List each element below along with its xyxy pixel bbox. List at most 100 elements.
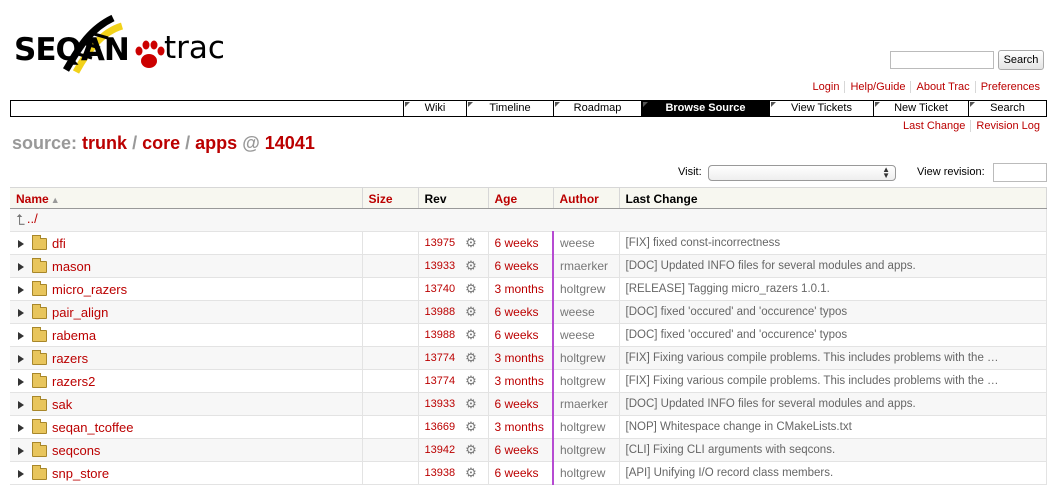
- dir-link[interactable]: seqcons: [52, 443, 100, 458]
- nav-wiki[interactable]: Wiki: [403, 101, 466, 116]
- dir-link[interactable]: dfi: [52, 236, 66, 251]
- expand-triangle-icon[interactable]: [18, 263, 24, 272]
- rev-link[interactable]: 13942: [425, 444, 456, 456]
- rev-link[interactable]: 13740: [425, 283, 456, 295]
- cell-size: [362, 461, 419, 485]
- visit-select[interactable]: ▲ ▼: [708, 165, 896, 181]
- rev-link[interactable]: 13933: [425, 260, 456, 272]
- age-link[interactable]: 6 weeks: [495, 443, 539, 457]
- nav-timeline[interactable]: Timeline: [466, 101, 553, 116]
- dir-link[interactable]: rabema: [52, 328, 96, 343]
- expand-triangle-icon[interactable]: [18, 378, 24, 387]
- expand-triangle-icon[interactable]: [18, 332, 24, 341]
- changeset-gear-icon[interactable]: ⚙: [465, 258, 477, 274]
- parent-directory-row[interactable]: ⮤ ../: [10, 208, 1047, 232]
- expand-triangle-icon[interactable]: [18, 447, 24, 456]
- age-link[interactable]: 6 weeks: [495, 328, 539, 342]
- search-button[interactable]: Search: [998, 50, 1044, 70]
- cell-name: razers2: [10, 369, 363, 393]
- dir-link[interactable]: sak: [52, 397, 72, 412]
- table-row: razers 13774 ⚙ 3 months holtgrew [FIX] Fixing…: [10, 346, 1047, 370]
- age-link[interactable]: 6 weeks: [495, 236, 539, 250]
- rev-link[interactable]: 13938: [425, 467, 456, 479]
- about-trac-link[interactable]: About Trac: [910, 81, 975, 93]
- changeset-gear-icon[interactable]: ⚙: [465, 419, 477, 435]
- seqan-trac-logo[interactable]: SEQAN trac: [14, 10, 229, 82]
- cell-last-change: [DOC] fixed 'occured' and 'occurence' ty…: [619, 300, 1047, 324]
- rev-link[interactable]: 13988: [425, 306, 456, 318]
- changeset-gear-icon[interactable]: ⚙: [465, 350, 477, 366]
- expand-triangle-icon[interactable]: [18, 401, 24, 410]
- cell-size: [362, 277, 419, 301]
- changeset-gear-icon[interactable]: ⚙: [465, 304, 477, 320]
- path-segment-core[interactable]: core: [142, 133, 180, 153]
- changeset-gear-icon[interactable]: ⚙: [465, 235, 477, 251]
- nav-browse-source[interactable]: Browse Source: [641, 101, 769, 116]
- expand-triangle-icon[interactable]: [18, 286, 24, 295]
- rev-link[interactable]: 13669: [425, 421, 456, 433]
- dir-link[interactable]: micro_razers: [52, 282, 127, 297]
- cell-size: [362, 392, 419, 416]
- age-link[interactable]: 6 weeks: [495, 466, 539, 480]
- dir-link[interactable]: mason: [52, 259, 91, 274]
- dir-link[interactable]: pair_align: [52, 305, 108, 320]
- header-author[interactable]: Author: [553, 187, 620, 209]
- header-size[interactable]: Size: [362, 187, 419, 209]
- age-link[interactable]: 3 months: [495, 374, 544, 388]
- cell-size: [362, 323, 419, 347]
- parent-directory-link[interactable]: ../: [27, 211, 38, 226]
- expand-triangle-icon[interactable]: [18, 424, 24, 433]
- folder-icon: [32, 419, 47, 435]
- last-change-link[interactable]: Last Change: [898, 120, 970, 132]
- rev-link[interactable]: 13975: [425, 237, 456, 249]
- main-navigation: Wiki Timeline Roadmap Browse Source View…: [10, 100, 1047, 117]
- age-link[interactable]: 3 months: [495, 282, 544, 296]
- path-segment-trunk[interactable]: trunk: [82, 133, 127, 153]
- cell-size: [362, 346, 419, 370]
- path-segment-apps[interactable]: apps: [195, 133, 237, 153]
- cell-name: snp_store: [10, 461, 363, 485]
- rev-link[interactable]: 13933: [425, 398, 456, 410]
- cell-name: sak: [10, 392, 363, 416]
- revision-log-link[interactable]: Revision Log: [970, 120, 1045, 132]
- login-link[interactable]: Login: [808, 81, 845, 93]
- dir-link[interactable]: razers: [52, 351, 88, 366]
- age-link[interactable]: 6 weeks: [495, 397, 539, 411]
- changeset-gear-icon[interactable]: ⚙: [465, 465, 477, 481]
- rev-link[interactable]: 13774: [425, 352, 456, 364]
- changeset-gear-icon[interactable]: ⚙: [465, 327, 477, 343]
- expand-triangle-icon[interactable]: [18, 309, 24, 318]
- age-link[interactable]: 6 weeks: [495, 259, 539, 273]
- dir-link[interactable]: razers2: [52, 374, 95, 389]
- expand-triangle-icon[interactable]: [18, 470, 24, 479]
- rev-link[interactable]: 13988: [425, 329, 456, 341]
- nav-new-ticket[interactable]: New Ticket: [873, 101, 968, 116]
- nav-roadmap[interactable]: Roadmap: [553, 101, 641, 116]
- table-row: snp_store 13938 ⚙ 6 weeks holtgrew [API] Unif…: [10, 461, 1047, 485]
- changeset-gear-icon[interactable]: ⚙: [465, 373, 477, 389]
- expand-triangle-icon[interactable]: [18, 355, 24, 364]
- preferences-link[interactable]: Preferences: [974, 81, 1045, 93]
- view-revision-input[interactable]: [993, 163, 1047, 182]
- changeset-gear-icon[interactable]: ⚙: [465, 396, 477, 412]
- expand-triangle-icon[interactable]: [18, 240, 24, 249]
- cell-size: [362, 415, 419, 439]
- cell-rev: 13942 ⚙: [418, 438, 489, 462]
- nav-search[interactable]: Search: [968, 101, 1046, 116]
- age-link[interactable]: 3 months: [495, 420, 544, 434]
- search-input[interactable]: [890, 51, 994, 69]
- rev-link[interactable]: 13774: [425, 375, 456, 387]
- folder-icon: [32, 281, 47, 297]
- age-link[interactable]: 6 weeks: [495, 305, 539, 319]
- header-name[interactable]: Name ▲: [10, 187, 363, 209]
- changeset-gear-icon[interactable]: ⚙: [465, 281, 477, 297]
- path-revision[interactable]: 14041: [265, 133, 315, 153]
- cell-author: holtgrew: [553, 277, 620, 301]
- dir-link[interactable]: seqan_tcoffee: [52, 420, 133, 435]
- help-guide-link[interactable]: Help/Guide: [844, 81, 911, 93]
- dir-link[interactable]: snp_store: [52, 466, 109, 481]
- nav-view-tickets[interactable]: View Tickets: [769, 101, 873, 116]
- age-link[interactable]: 3 months: [495, 351, 544, 365]
- header-age[interactable]: Age: [488, 187, 554, 209]
- changeset-gear-icon[interactable]: ⚙: [465, 442, 477, 458]
